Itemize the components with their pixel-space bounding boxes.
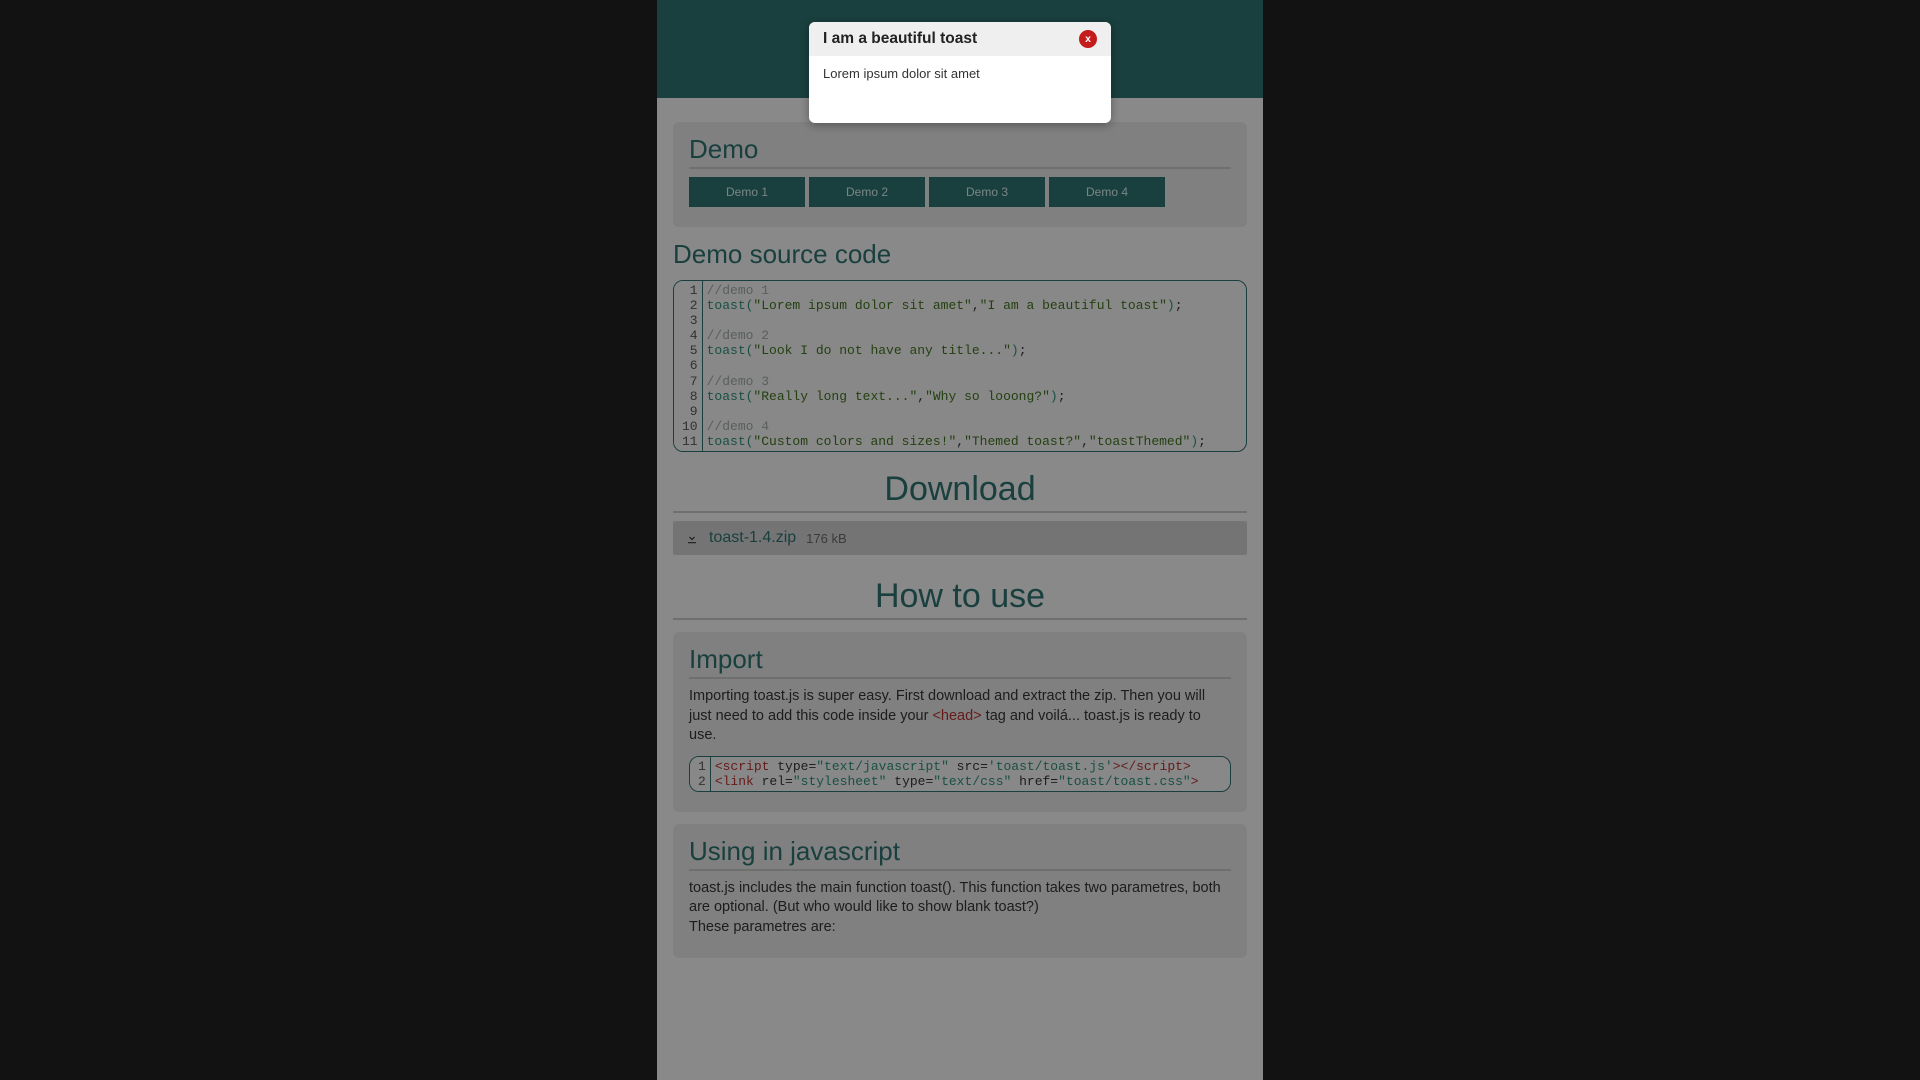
modal-overlay[interactable]: I am a beautiful toast x Lorem ipsum dol… <box>0 0 1920 1080</box>
toast-title: I am a beautiful toast <box>823 30 977 48</box>
toast-header: I am a beautiful toast x <box>809 22 1111 56</box>
toast-dialog: I am a beautiful toast x Lorem ipsum dol… <box>809 22 1111 123</box>
toast-body: Lorem ipsum dolor sit amet <box>809 56 1111 123</box>
toast-close-button[interactable]: x <box>1079 30 1097 48</box>
